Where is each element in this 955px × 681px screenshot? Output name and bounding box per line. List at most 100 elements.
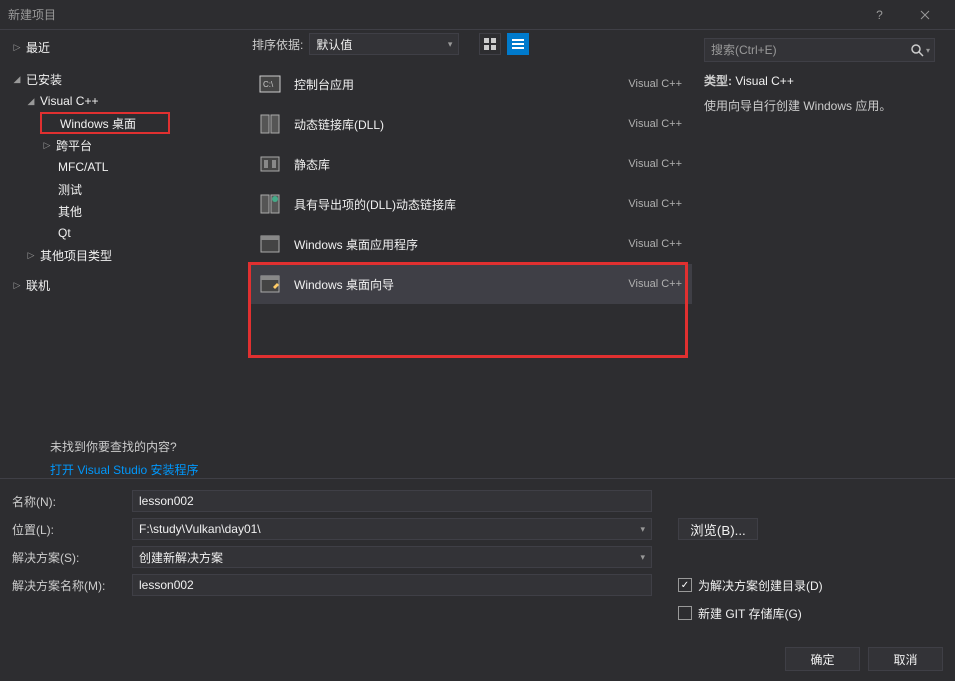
sidebar-label: 其他 xyxy=(56,203,82,220)
chevron-down-icon: ▾ xyxy=(640,524,645,535)
template-lang: Visual C++ xyxy=(628,118,682,130)
dialog-title: 新建项目 xyxy=(8,6,857,23)
name-input[interactable] xyxy=(132,490,652,512)
console-icon: C:\ xyxy=(258,72,282,96)
chevron-down-icon: ▾ xyxy=(640,552,645,563)
dropdown-icon: ▾ xyxy=(926,46,930,55)
sidebar: ▷ 最近 ◢ 已安装 ◢ Visual C++ Windows 桌面 ▷ 跨平台… xyxy=(0,30,248,478)
chevron-right-icon: ▷ xyxy=(40,140,54,151)
help-button[interactable]: ? xyxy=(857,0,902,30)
cancel-button[interactable]: 取消 xyxy=(868,647,943,671)
template-name: Windows 桌面向导 xyxy=(294,276,628,293)
chevron-right-icon: ▷ xyxy=(10,280,24,291)
not-found-text: 未找到你要查找的内容? xyxy=(50,438,248,455)
template-lang: Visual C++ xyxy=(628,78,682,90)
list-icon xyxy=(512,38,524,50)
chevron-right-icon: ▷ xyxy=(24,250,38,261)
sidebar-item-online[interactable]: ▷ 联机 xyxy=(0,274,248,296)
sidebar-label: 其他项目类型 xyxy=(38,247,112,264)
sidebar-item-mfcatl[interactable]: MFC/ATL xyxy=(0,156,248,178)
right-column: ▾ 类型: Visual C++ 使用向导自行创建 Windows 应用。 xyxy=(692,30,947,478)
create-dir-checkbox[interactable]: 为解决方案创建目录(D) xyxy=(678,574,823,596)
sidebar-item-crossplatform[interactable]: ▷ 跨平台 xyxy=(0,134,248,156)
dialog-buttons: 确定 取消 xyxy=(0,637,955,681)
template-item-console[interactable]: C:\ 控制台应用 Visual C++ xyxy=(248,64,692,104)
sidebar-footer: 未找到你要查找的内容? 打开 Visual Studio 安装程序 xyxy=(0,426,248,478)
grid-icon xyxy=(484,38,496,50)
view-list-button[interactable] xyxy=(507,33,529,55)
search-button[interactable]: ▾ xyxy=(906,39,934,61)
sidebar-item-visualcpp[interactable]: ◢ Visual C++ xyxy=(0,90,248,112)
browse-button[interactable]: 浏览(B)... xyxy=(678,518,758,540)
center-column: 排序依据: 默认值 ▾ C:\ 控制台应用 Visual C++ 动态链接库(D… xyxy=(248,30,692,478)
search-input[interactable] xyxy=(705,43,906,57)
template-item-staticlib[interactable]: 静态库 Visual C++ xyxy=(248,144,692,184)
solution-value: 创建新解决方案 xyxy=(139,549,223,566)
template-name: Windows 桌面应用程序 xyxy=(294,236,628,253)
close-icon xyxy=(920,10,930,20)
sidebar-label: Windows 桌面 xyxy=(58,115,136,132)
template-name: 静态库 xyxy=(294,156,628,173)
svg-text:C:\: C:\ xyxy=(263,80,274,89)
sort-row: 排序依据: 默认值 ▾ xyxy=(248,30,692,58)
dll-icon xyxy=(258,112,282,136)
template-item-dll-export[interactable]: 具有导出项的(DLL)动态链接库 Visual C++ xyxy=(248,184,692,224)
chevron-right-icon: ▷ xyxy=(10,42,24,53)
wizard-icon xyxy=(258,272,282,296)
sidebar-item-installed[interactable]: ◢ 已安装 xyxy=(0,68,248,90)
template-item-dll[interactable]: 动态链接库(DLL) Visual C++ xyxy=(248,104,692,144)
template-item-windows-app[interactable]: Windows 桌面应用程序 Visual C++ xyxy=(248,224,692,264)
detail-type: 类型: Visual C++ xyxy=(704,72,935,89)
location-select[interactable]: F:\study\Vulkan\day01\ ▾ xyxy=(132,518,652,540)
search-row: ▾ xyxy=(704,38,935,62)
checkbox-icon xyxy=(678,578,692,592)
chevron-down-icon: ◢ xyxy=(24,96,38,107)
sidebar-label: 最近 xyxy=(24,39,50,56)
sort-value: 默认值 xyxy=(316,36,352,53)
sidebar-label: 测试 xyxy=(56,181,82,198)
sort-select[interactable]: 默认值 ▾ xyxy=(309,33,459,55)
solution-label: 解决方案(S): xyxy=(12,549,122,566)
template-list: C:\ 控制台应用 Visual C++ 动态链接库(DLL) Visual C… xyxy=(248,64,692,478)
sidebar-item-windows-desktop[interactable]: Windows 桌面 xyxy=(40,112,170,134)
open-installer-link[interactable]: 打开 Visual Studio 安装程序 xyxy=(50,461,248,478)
solution-select[interactable]: 创建新解决方案 ▾ xyxy=(132,546,652,568)
location-label: 位置(L): xyxy=(12,521,122,538)
sidebar-label: 联机 xyxy=(24,277,50,294)
template-lang: Visual C++ xyxy=(628,158,682,170)
location-value: F:\study\Vulkan\day01\ xyxy=(139,522,261,536)
template-lang: Visual C++ xyxy=(628,198,682,210)
sidebar-item-other-project-types[interactable]: ▷ 其他项目类型 xyxy=(0,244,248,266)
window-icon xyxy=(258,232,282,256)
type-value: Visual C++ xyxy=(735,74,793,88)
template-item-windows-wizard[interactable]: Windows 桌面向导 Visual C++ xyxy=(248,264,692,304)
sidebar-item-qt[interactable]: Qt xyxy=(0,222,248,244)
chevron-down-icon: ◢ xyxy=(10,74,24,85)
create-git-label: 新建 GIT 存储库(G) xyxy=(698,605,802,622)
sidebar-label: Qt xyxy=(56,226,71,240)
ok-button[interactable]: 确定 xyxy=(785,647,860,671)
chevron-down-icon: ▾ xyxy=(448,39,453,50)
template-name: 具有导出项的(DLL)动态链接库 xyxy=(294,196,628,213)
template-name: 动态链接库(DLL) xyxy=(294,116,628,133)
sidebar-label: Visual C++ xyxy=(38,94,98,108)
sidebar-item-recent[interactable]: ▷ 最近 xyxy=(0,36,248,58)
sidebar-item-test[interactable]: 测试 xyxy=(0,178,248,200)
template-lang: Visual C++ xyxy=(628,238,682,250)
sidebar-label: 跨平台 xyxy=(54,137,92,154)
sidebar-label: MFC/ATL xyxy=(56,160,108,174)
create-dir-label: 为解决方案创建目录(D) xyxy=(698,577,823,594)
bottom-form: 名称(N): 位置(L): F:\study\Vulkan\day01\ ▾ 浏… xyxy=(0,478,955,637)
sidebar-item-other[interactable]: 其他 xyxy=(0,200,248,222)
solution-name-input[interactable] xyxy=(132,574,652,596)
template-lang: Visual C++ xyxy=(628,278,682,290)
search-icon xyxy=(910,43,924,57)
template-name: 控制台应用 xyxy=(294,76,628,93)
close-button[interactable] xyxy=(902,0,947,30)
type-label: 类型: xyxy=(704,74,732,88)
main-area: ▷ 最近 ◢ 已安装 ◢ Visual C++ Windows 桌面 ▷ 跨平台… xyxy=(0,30,955,478)
sort-label: 排序依据: xyxy=(252,36,303,53)
view-grid-button[interactable] xyxy=(479,33,501,55)
name-label: 名称(N): xyxy=(12,493,122,510)
create-git-checkbox[interactable]: 新建 GIT 存储库(G) xyxy=(678,602,802,624)
